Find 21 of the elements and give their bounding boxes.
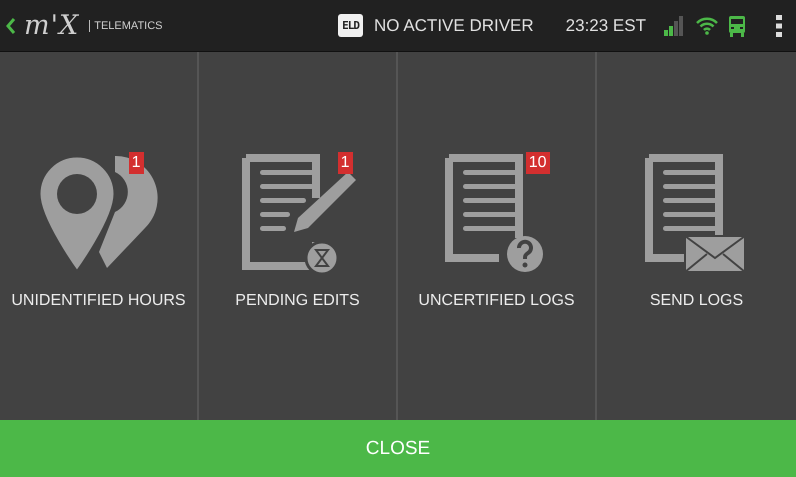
menu-tile[interactable]: 10 UNCERTIFIED LOGS	[398, 52, 597, 420]
tile-label: SEND LOGS	[650, 292, 744, 310]
count-badge: 1	[338, 152, 352, 174]
back-icon[interactable]	[6, 16, 16, 34]
tile-label: UNCERTIFIED LOGS	[418, 292, 575, 310]
driver-status: NO ACTIVE DRIVER	[374, 16, 534, 36]
tile-label: UNIDENTIFIED HOURS	[11, 292, 186, 310]
menu-icon[interactable]	[776, 14, 782, 36]
tile-label: PENDING EDITS	[235, 292, 360, 310]
menu-tile[interactable]: 1 PENDING EDITS	[199, 52, 398, 420]
menu-tile[interactable]: 1 UNIDENTIFIED HOURS	[0, 52, 199, 420]
truck-icon	[728, 14, 746, 36]
logo-subtitle: TELEMATICS	[89, 20, 163, 32]
menu-tile[interactable]: SEND LOGS	[597, 52, 796, 420]
count-badge: 1	[128, 152, 144, 174]
eld-badge: ELD	[338, 14, 364, 37]
count-badge: 10	[526, 152, 550, 174]
signal-icon	[664, 16, 684, 36]
wifi-icon	[696, 16, 718, 34]
logo: m'X	[24, 10, 80, 41]
clock-time: 23:23 EST	[566, 16, 646, 36]
